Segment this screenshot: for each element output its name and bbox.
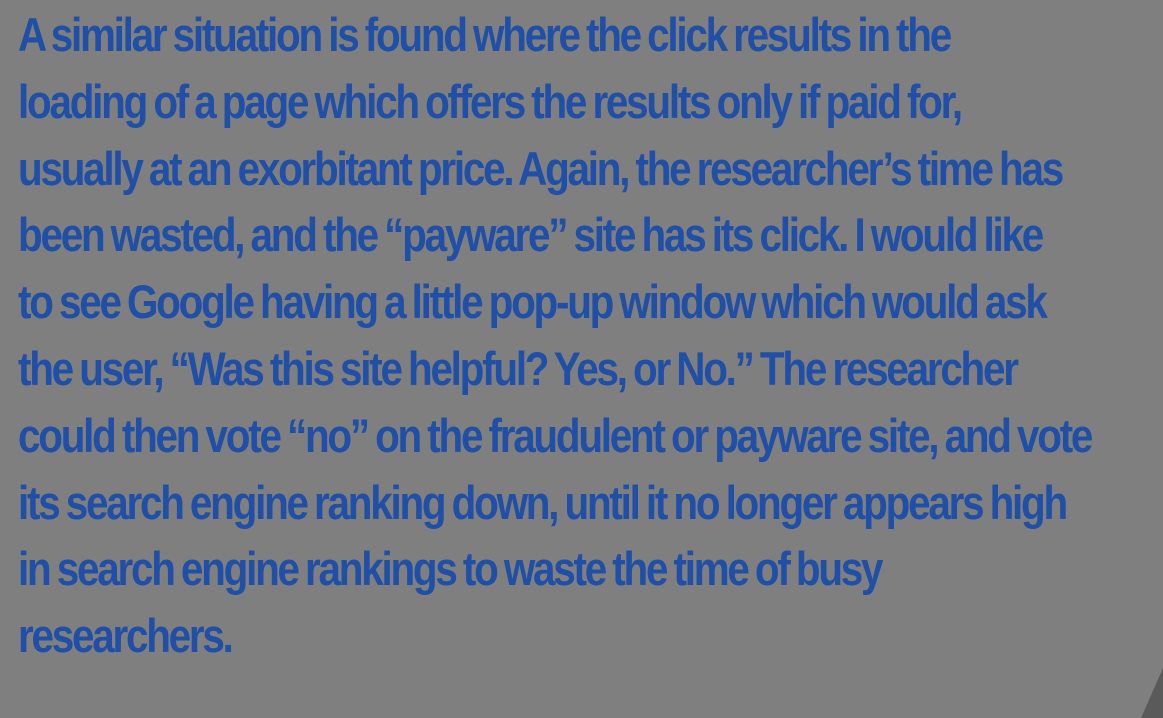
text-line-5: to see Google having a little pop-up win… <box>18 275 1048 329</box>
text-line-7: could then vote “no” on the fraudulent o… <box>18 408 1093 462</box>
text-line-4: been wasted, and the “payware” site has … <box>18 208 1044 262</box>
text-line-3: usually at an exorbitant price. Again, t… <box>18 141 1064 195</box>
text-line-8: its search engine ranking down, until it… <box>18 475 1068 529</box>
page: A similar situation is found where the c… <box>0 0 1163 718</box>
text-line-10: researchers. <box>18 609 234 663</box>
text-line-2: loading of a page which offers the resul… <box>18 74 963 128</box>
text-line-1: A similar situation is found where the c… <box>18 8 952 61</box>
corner-decoration <box>1141 668 1163 718</box>
body-paragraph: A similar situation is found where the c… <box>18 2 1093 670</box>
text-line-6: the user, “Was this site helpful? Yes, o… <box>18 341 1019 395</box>
text-line-9: in search engine rankings to waste the t… <box>18 542 884 596</box>
